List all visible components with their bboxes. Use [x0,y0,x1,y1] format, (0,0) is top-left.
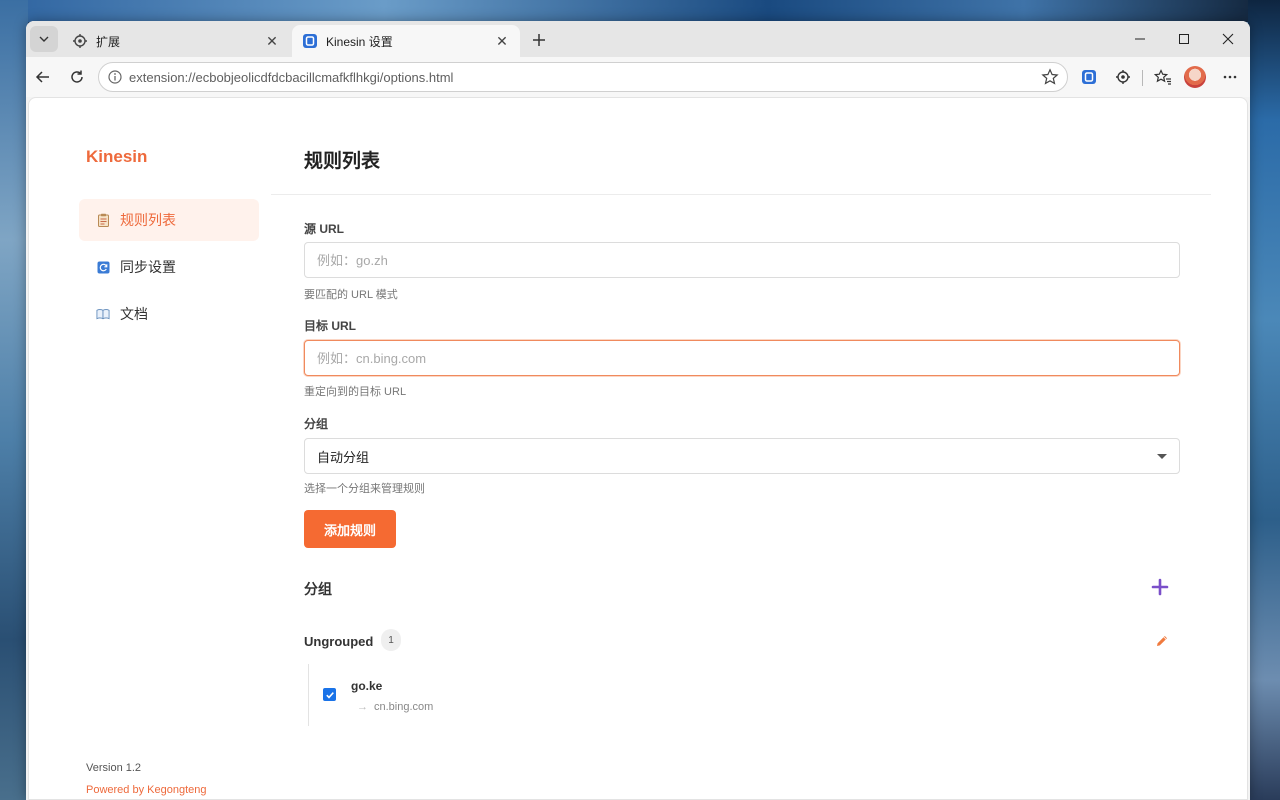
target-url-input[interactable] [304,340,1180,376]
tab-close-icon[interactable]: ✕ [490,29,514,53]
sidebar-item-sync[interactable]: 同步设置 [79,246,259,288]
group-help: 选择一个分组来管理规则 [304,483,425,495]
sidebar-item-docs[interactable]: 文档 [79,293,259,335]
puzzle-gear-icon [72,33,88,49]
close-icon [1222,33,1234,45]
edit-group-button[interactable] [1153,632,1171,650]
source-url-label: 源 URL [304,222,344,236]
powered-by-link[interactable]: Powered by Kegongteng [86,784,206,796]
reload-button[interactable] [62,63,92,91]
source-url-help: 要匹配的 URL 模式 [304,289,398,301]
browser-toolbar: extension://ecbobjeolicdfdcbacillcmafkfl… [26,57,1250,97]
chevron-down-icon [39,36,49,42]
address-url[interactable]: extension://ecbobjeolicdfdcbacillcmafkfl… [129,70,1041,85]
desktop-wallpaper-right [1248,0,1280,800]
desktop-wallpaper-left [0,0,28,800]
extensions-puzzle-icon [1116,70,1130,84]
page-viewport: Kinesin 规则列表 同步设置 文档 Version 1.2 Powered… [28,97,1248,800]
clipboard-icon [96,213,110,227]
target-url-label: 目标 URL [304,319,356,333]
sidebar-item-label: 规则列表 [120,212,176,228]
group-name: Ungrouped [304,634,374,649]
version-text: Version 1.2 [86,762,142,774]
rule-target-url: cn.bing.com [374,701,434,713]
tab-list-button[interactable] [30,26,58,52]
rule-list-rail [308,664,309,726]
profile-avatar[interactable] [1184,66,1206,88]
back-button[interactable] [28,63,58,91]
reload-icon [71,70,83,83]
info-icon[interactable] [108,70,122,84]
groups-section-title: 分组 [304,581,332,597]
pencil-icon [1157,636,1167,646]
minimize-button[interactable] [1118,21,1162,57]
source-url-input[interactable] [304,242,1180,278]
back-icon [35,71,49,83]
main-content: 规则列表 源 URL 要匹配的 URL 模式 目标 URL 重定向到的目标 UR… [271,98,1211,799]
rule-source-url: go.ke [351,679,383,693]
maximize-icon [1179,34,1189,44]
rule-enabled-checkbox[interactable] [323,688,336,701]
maximize-button[interactable] [1162,21,1206,57]
tab-title: 扩展 [96,34,121,49]
rule-target-row: → cn.bing.com [357,701,433,713]
page-title: 规则列表 [304,151,381,172]
add-group-button[interactable] [1149,576,1171,598]
kinesin-extension-button[interactable] [1074,63,1104,91]
caret-down-icon [1157,453,1167,459]
sidebar-item-label: 同步设置 [120,259,176,275]
more-button[interactable] [1215,63,1245,91]
arrow-right-icon: → [357,701,368,713]
kinesin-extension-icon [1082,70,1096,84]
kinesin-extension-icon [302,33,318,49]
plus-icon [533,34,545,46]
group-label: 分组 [304,417,329,431]
tab-strip: 扩展 ✕ Kinesin 设置 ✕ [26,21,1250,57]
sidebar: Kinesin 规则列表 同步设置 文档 Version 1.2 Powered… [29,98,269,799]
star-icon[interactable] [1041,68,1059,86]
browser-window: 扩展 ✕ Kinesin 设置 ✕ extension://ecbobjeoli… [26,21,1250,800]
tab-close-icon[interactable]: ✕ [260,29,284,53]
favorites-button[interactable] [1148,63,1178,91]
close-window-button[interactable] [1206,21,1250,57]
tab-extensions[interactable]: 扩展 ✕ [62,25,290,57]
new-tab-button[interactable] [526,27,552,53]
target-url-help: 重定向到的目标 URL [304,386,407,398]
minimize-icon [1135,38,1145,40]
plus-icon [1151,578,1169,596]
extensions-button[interactable] [1108,63,1138,91]
divider [271,194,1211,195]
tab-kinesin-settings[interactable]: Kinesin 设置 ✕ [292,25,520,57]
book-icon [96,307,110,321]
toolbar-separator [1142,70,1143,86]
add-rule-button[interactable]: 添加规则 [304,510,396,548]
group-select[interactable]: 自动分组 [304,438,1180,474]
more-icon [1223,75,1237,79]
sidebar-item-rules[interactable]: 规则列表 [79,199,259,241]
desktop-wallpaper-top [0,0,1280,22]
favorites-icon [1154,69,1171,85]
tab-title: Kinesin 设置 [326,34,393,49]
group-select-value: 自动分组 [317,449,370,465]
sidebar-item-label: 文档 [120,306,148,322]
brand-logo-text: Kinesin [86,147,148,166]
group-count-badge: 1 [381,629,401,651]
address-bar[interactable]: extension://ecbobjeolicdfdcbacillcmafkfl… [98,62,1068,92]
checkmark-icon [325,691,334,699]
sync-icon [96,260,110,274]
